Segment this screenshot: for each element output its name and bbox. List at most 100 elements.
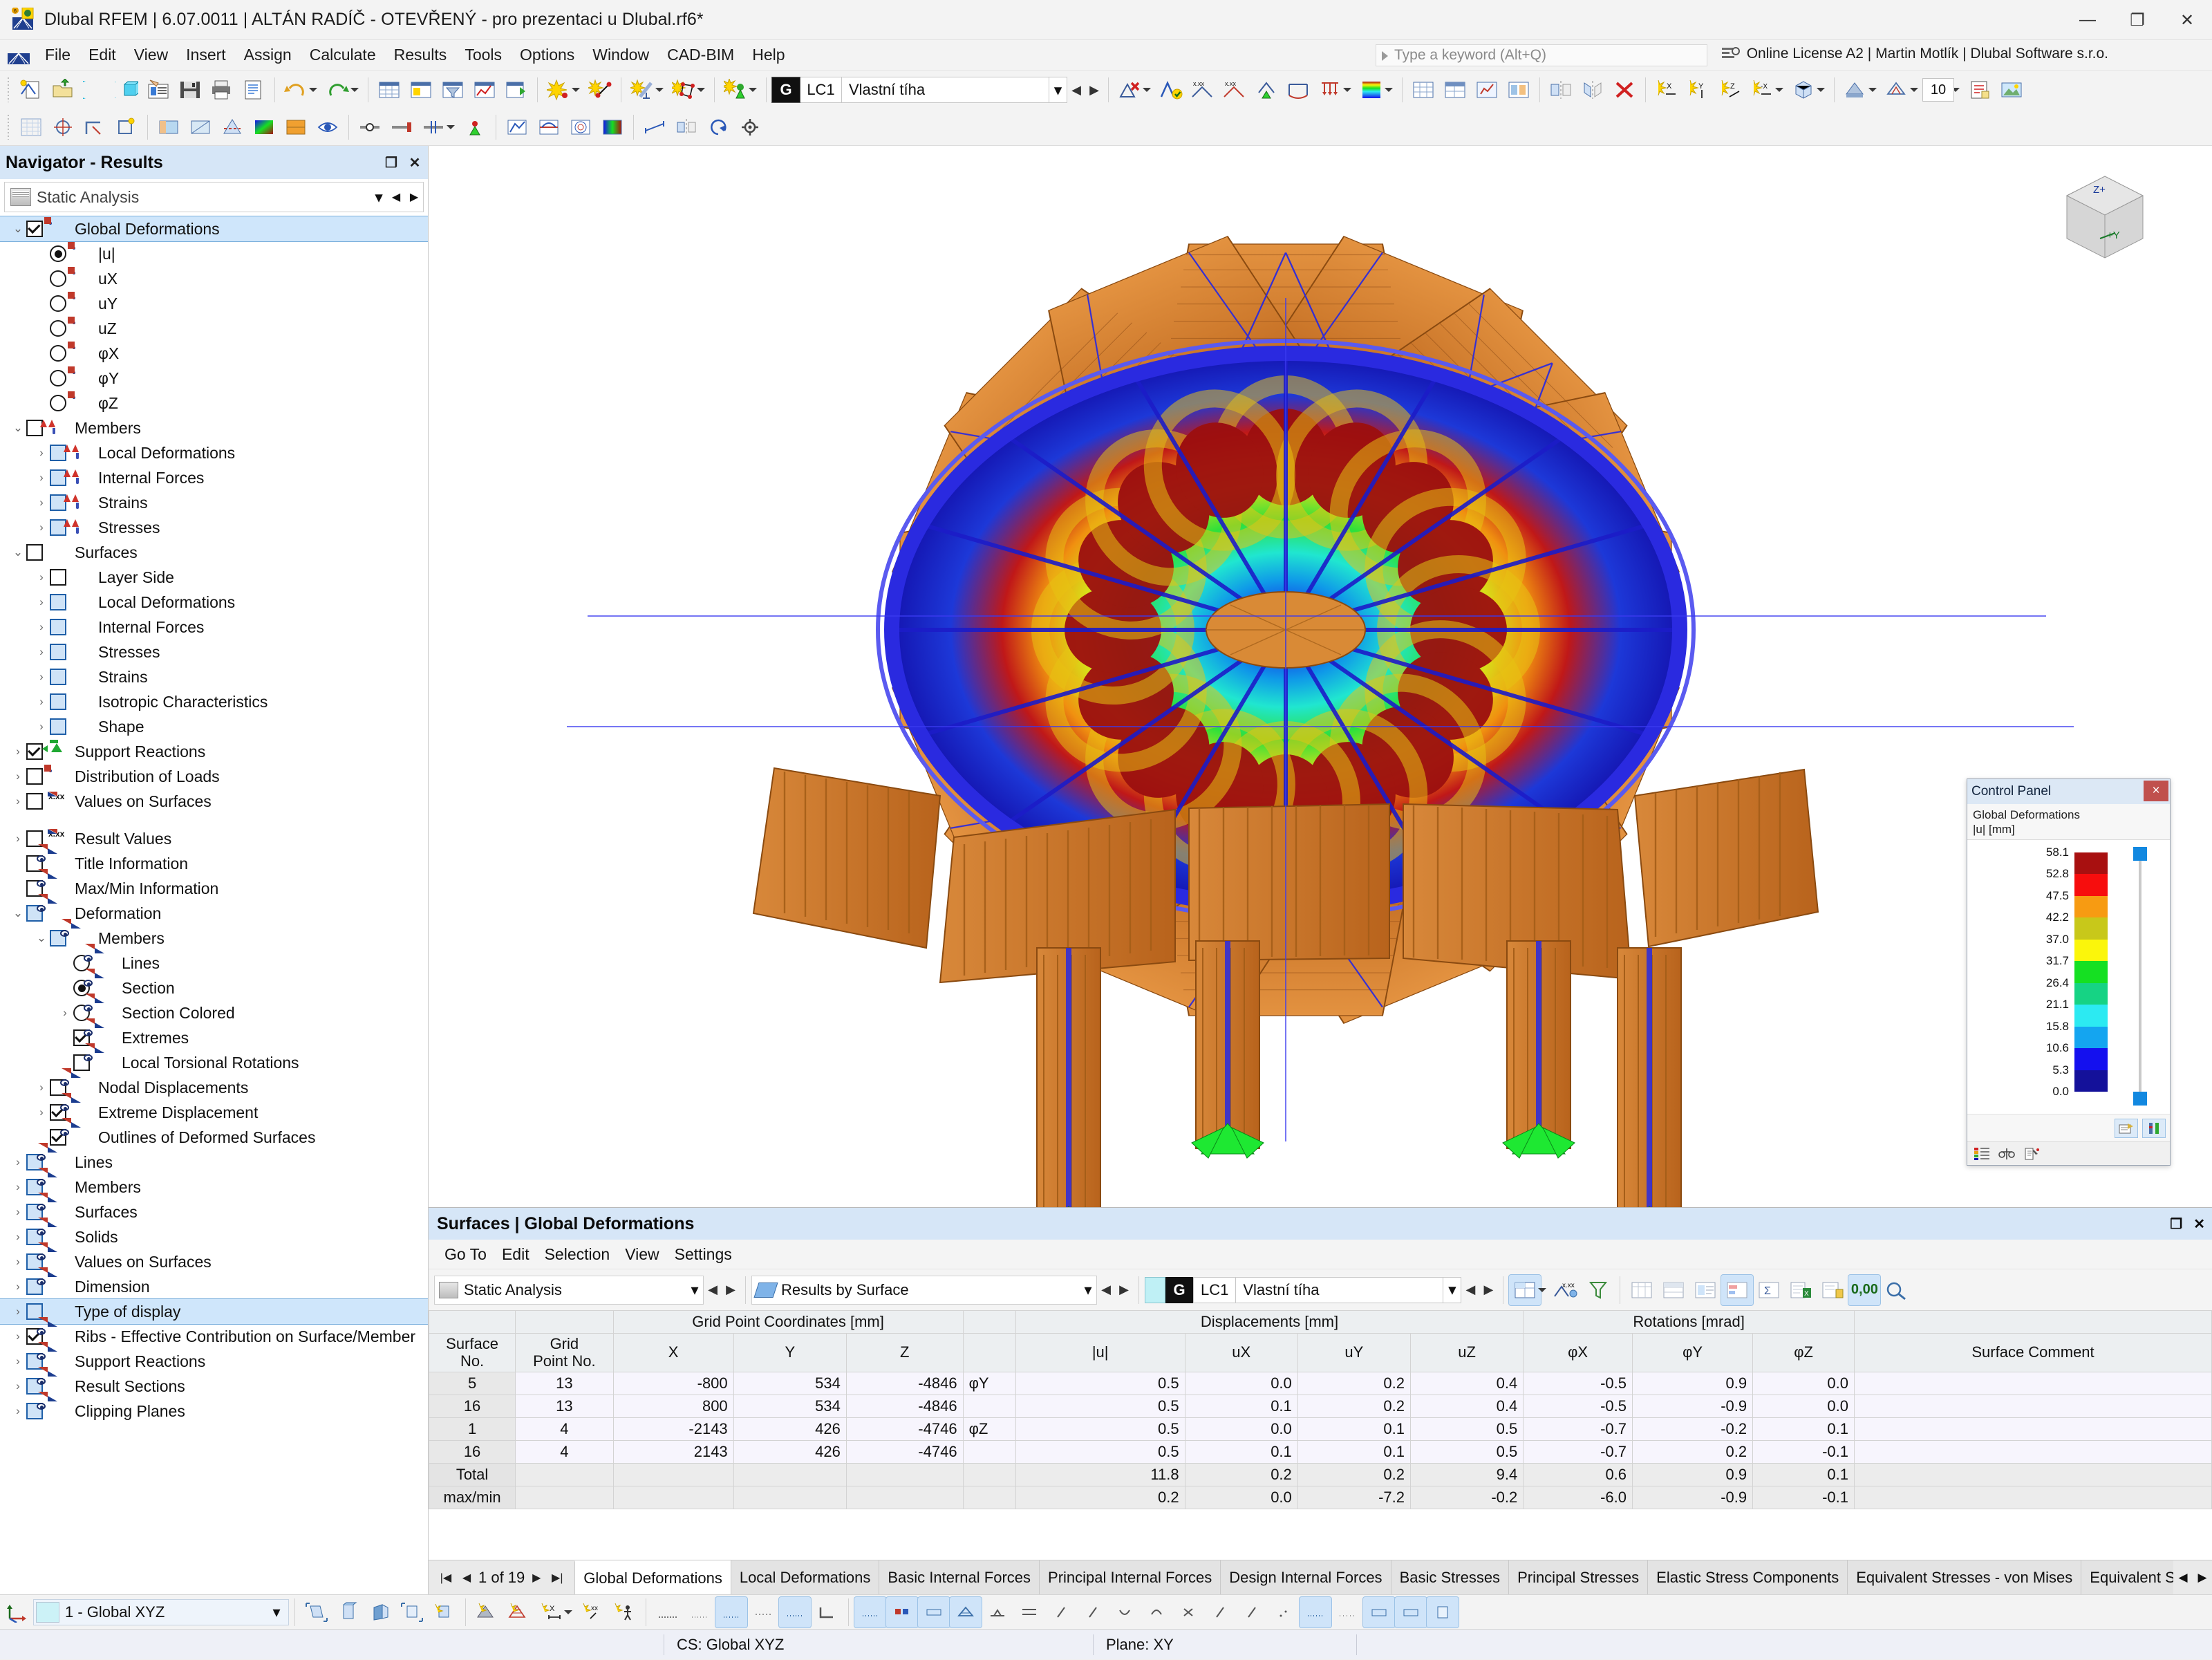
table-column-header[interactable]: Grid Point No. xyxy=(515,1333,614,1372)
grid-table4-button[interactable] xyxy=(1503,75,1535,105)
tree-expander[interactable] xyxy=(33,370,50,386)
tree-item-shape[interactable]: › Shape xyxy=(0,714,428,739)
tree-expander[interactable]: › xyxy=(10,1154,26,1171)
tree-expander[interactable]: › xyxy=(10,1229,26,1245)
new-node-button[interactable] xyxy=(543,75,574,105)
analysis-type-combo[interactable]: Static Analysis ▾ ◀ ▶ xyxy=(4,182,424,212)
mirror-tool-button[interactable] xyxy=(671,112,702,142)
table-cell[interactable]: 0.1 xyxy=(1184,1394,1298,1418)
table-cell[interactable]: 0.9 xyxy=(1632,1371,1754,1395)
menu-edit[interactable]: Edit xyxy=(79,42,125,68)
table-cell[interactable] xyxy=(962,1394,1016,1418)
grid-toggle-button[interactable] xyxy=(15,112,47,142)
table-cell[interactable]: φY xyxy=(962,1371,1016,1395)
table-cell[interactable] xyxy=(1854,1371,2212,1395)
table-cell[interactable]: 0.5 xyxy=(1015,1394,1185,1418)
undo-button[interactable] xyxy=(280,75,312,105)
table-cell[interactable] xyxy=(962,1439,1016,1464)
dash-snap-button[interactable] xyxy=(1299,1596,1332,1628)
tree-item-isotropic-characteristics[interactable]: › Isotropic Characteristics xyxy=(0,689,428,714)
tree-item-section-colored[interactable]: › Section Colored xyxy=(0,994,428,1025)
view-iso-button[interactable] xyxy=(301,1597,332,1628)
load-case-dropdown-icon[interactable]: ▾ xyxy=(1049,77,1067,103)
results-analysis-dropdown-icon[interactable]: ▾ xyxy=(686,1281,703,1299)
table-cell[interactable]: 0.1 xyxy=(1184,1439,1298,1464)
table-cell[interactable]: 0.1 xyxy=(1297,1417,1412,1441)
osnap-button[interactable] xyxy=(111,112,142,142)
color-scale-button[interactable] xyxy=(1356,75,1387,105)
menu-options[interactable]: Options xyxy=(511,42,583,68)
tree-item-support-reactions[interactable]: › Support Reactions xyxy=(0,739,428,764)
tree-item-global-deformations[interactable]: ⌄ Global Deformations xyxy=(0,216,428,242)
load-case-selector[interactable]: G LC1 Vlastní tíha ▾ xyxy=(771,76,1067,104)
tree-item-members[interactable]: ⌄ Members xyxy=(0,919,428,951)
tree-expander[interactable]: › xyxy=(33,693,50,710)
hatch-button[interactable] xyxy=(949,1596,982,1628)
tree-item-internal-forces[interactable]: › Internal Forces xyxy=(0,615,428,640)
tables-button[interactable] xyxy=(373,75,405,105)
results-tab-equivalent-stresses-tresca[interactable]: Equivalent Stresses - Tresca xyxy=(2081,1560,2173,1594)
control-panel-close-button[interactable]: × xyxy=(2144,781,2168,801)
table-column-header[interactable]: Surface No. xyxy=(429,1333,516,1372)
tree-checkbox-partial[interactable] xyxy=(50,669,66,685)
tree-checkbox[interactable] xyxy=(26,544,43,561)
results-tab-local-deformations[interactable]: Local Deformations xyxy=(730,1560,879,1594)
tree-expander[interactable]: › xyxy=(33,519,50,536)
dash-snap2-button[interactable] xyxy=(1331,1597,1363,1628)
results-tab-basic-stresses[interactable]: Basic Stresses xyxy=(1390,1560,1509,1594)
grid-table3-button[interactable] xyxy=(1471,75,1503,105)
result-section-button[interactable] xyxy=(533,112,565,142)
view-cube-button[interactable] xyxy=(1788,75,1819,105)
table-cell[interactable]: -0.9 xyxy=(1632,1394,1754,1418)
tree-expander[interactable]: › xyxy=(33,469,50,486)
tree-radio[interactable] xyxy=(50,395,66,411)
tree-item-surfaces[interactable]: ⌄ Surfaces xyxy=(0,540,428,565)
table-cell[interactable] xyxy=(1854,1394,2212,1418)
dim-xx-button[interactable]: xx xyxy=(577,1597,608,1628)
table-cell[interactable]: -0.2 xyxy=(1632,1417,1754,1441)
panel-toggle-button[interactable] xyxy=(1362,1596,1396,1628)
tree-checkbox[interactable] xyxy=(50,569,66,586)
tree-checkbox-partial[interactable] xyxy=(50,693,66,710)
snap-button[interactable] xyxy=(47,112,79,142)
results-xxx2-button[interactable]: x.xx xyxy=(1219,75,1250,105)
table-cell[interactable]: 0.4 xyxy=(1409,1394,1524,1418)
new-support-button[interactable] xyxy=(720,75,751,105)
new-member-button[interactable] xyxy=(626,75,658,105)
tree-item-max-min-information[interactable]: Max/Min Information xyxy=(0,869,428,901)
tree-expander[interactable]: › xyxy=(10,793,26,810)
tree-expander[interactable]: › xyxy=(10,1179,26,1195)
pager-next-button[interactable]: ▶ xyxy=(527,1567,545,1588)
view-side-button[interactable] xyxy=(364,1597,396,1628)
ortho-snap-button[interactable] xyxy=(747,1597,779,1628)
results-lc-prev[interactable]: ◀ xyxy=(1461,1277,1479,1303)
results-menu-settings[interactable]: Settings xyxy=(667,1243,740,1266)
table-column-header[interactable] xyxy=(962,1333,1016,1372)
table-cell[interactable]: -0.7 xyxy=(1523,1417,1633,1441)
table-cell[interactable]: 1 xyxy=(429,1417,516,1441)
osnap-toggle-button[interactable] xyxy=(778,1596,812,1628)
tree-expander[interactable]: › xyxy=(10,1328,26,1345)
table-sum-button[interactable]: Σ xyxy=(1753,1275,1785,1305)
table-cell[interactable]: 0.0 xyxy=(1184,1417,1298,1441)
tree-item-dimension[interactable]: › Dimension xyxy=(0,1267,428,1299)
pager-prev-button[interactable]: ◀ xyxy=(458,1567,476,1588)
menu-help[interactable]: Help xyxy=(743,42,794,68)
render-mesh-button[interactable] xyxy=(503,1597,535,1628)
cloud-model-button[interactable] xyxy=(111,75,142,105)
tree-expander[interactable]: › xyxy=(10,1204,26,1220)
tree-item-solids[interactable]: › Solids xyxy=(0,1218,428,1249)
tree-expander[interactable] xyxy=(33,345,50,362)
tree-item-result-values[interactable]: › x.xx Result Values xyxy=(0,826,428,851)
table-cell[interactable]: 0.0 xyxy=(1752,1394,1855,1418)
navigator-float-icon[interactable]: ❐ xyxy=(384,155,399,171)
table-filter-button[interactable] xyxy=(437,75,469,105)
tree-item-outlines-of-deformed-surfaces[interactable]: Outlines of Deformed Surfaces xyxy=(0,1118,428,1150)
tree-expander[interactable]: › xyxy=(33,669,50,685)
table-cols-button[interactable] xyxy=(1626,1275,1658,1305)
table-cell[interactable]: 0.1 xyxy=(1297,1439,1412,1464)
tree-expander[interactable] xyxy=(57,955,73,971)
table-column-header[interactable]: Surface Comment xyxy=(1854,1333,2212,1372)
tree-radio-selected[interactable] xyxy=(50,245,66,262)
results-panel-float-icon[interactable]: ❐ xyxy=(2170,1215,2182,1233)
